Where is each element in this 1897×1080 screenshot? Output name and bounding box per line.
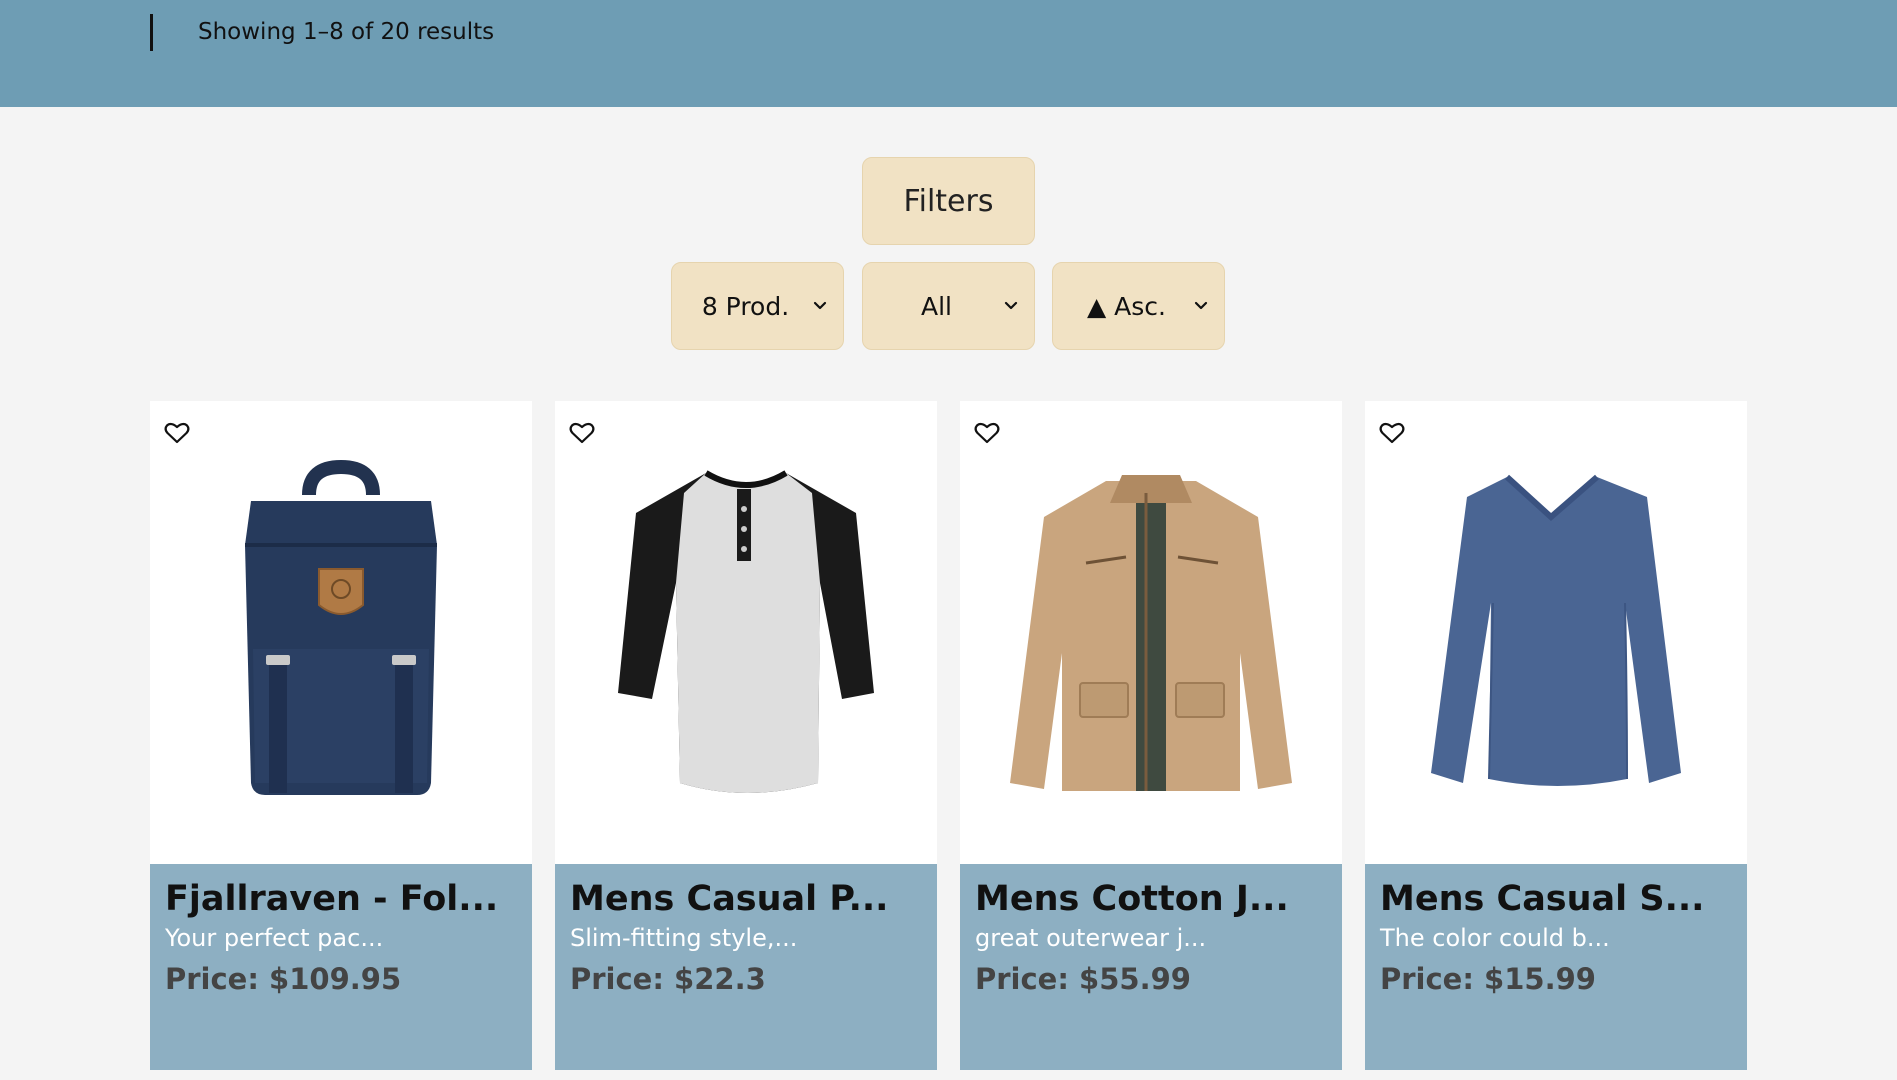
header-divider bbox=[150, 14, 153, 51]
product-price: Price: $109.95 bbox=[165, 962, 402, 996]
sort-select[interactable]: ▲ Asc. bbox=[1052, 262, 1225, 350]
product-info: Mens Cotton J... great outerwear j... Pr… bbox=[960, 864, 1342, 1070]
per-page-value: 8 Prod. bbox=[701, 291, 790, 321]
category-select[interactable]: All bbox=[862, 262, 1035, 350]
chevron-down-icon bbox=[813, 301, 843, 311]
chevron-down-icon bbox=[1004, 301, 1034, 311]
result-count: Showing 1–8 of 20 results bbox=[198, 19, 495, 45]
chevron-down-icon bbox=[1194, 301, 1224, 311]
product-price: Price: $15.99 bbox=[1380, 962, 1596, 996]
sort-value: ▲ Asc. bbox=[1087, 291, 1166, 321]
product-description: The color could b... bbox=[1380, 924, 1610, 952]
product-title[interactable]: Mens Casual P... bbox=[570, 878, 922, 920]
product-description: Slim-fitting style,... bbox=[570, 924, 798, 952]
product-info: Fjallraven - Fol... Your perfect pac... … bbox=[150, 864, 532, 1070]
product-price: Price: $55.99 bbox=[975, 962, 1191, 996]
category-value: All bbox=[921, 291, 952, 321]
product-image-backpack bbox=[150, 401, 532, 864]
product-image-longsleeve bbox=[1365, 401, 1747, 864]
product-price: Price: $22.3 bbox=[570, 962, 766, 996]
product-title[interactable]: Mens Casual S... bbox=[1380, 878, 1732, 920]
product-title[interactable]: Mens Cotton J... bbox=[975, 878, 1327, 920]
product-card[interactable]: Mens Casual S... The color could b... Pr… bbox=[1365, 401, 1747, 1070]
heart-icon[interactable] bbox=[1379, 421, 1407, 447]
heart-icon[interactable] bbox=[974, 421, 1002, 447]
product-description: Your perfect pac... bbox=[165, 924, 384, 952]
product-card[interactable]: Mens Cotton J... great outerwear j... Pr… bbox=[960, 401, 1342, 1070]
heart-icon[interactable] bbox=[164, 421, 192, 447]
product-card[interactable]: Fjallraven - Fol... Your perfect pac... … bbox=[150, 401, 532, 1070]
product-description: great outerwear j... bbox=[975, 924, 1207, 952]
heart-icon[interactable] bbox=[569, 421, 597, 447]
product-image-jacket bbox=[960, 401, 1342, 864]
product-info: Mens Casual S... The color could b... Pr… bbox=[1365, 864, 1747, 1070]
filters-button[interactable]: Filters bbox=[862, 157, 1035, 245]
product-image-henley bbox=[555, 401, 937, 864]
per-page-select[interactable]: 8 Prod. bbox=[671, 262, 844, 350]
top-bar: Showing 1–8 of 20 results bbox=[0, 0, 1897, 107]
product-card[interactable]: Mens Casual P... Slim-fitting style,... … bbox=[555, 401, 937, 1070]
product-info: Mens Casual P... Slim-fitting style,... … bbox=[555, 864, 937, 1070]
product-title[interactable]: Fjallraven - Fol... bbox=[165, 878, 517, 920]
